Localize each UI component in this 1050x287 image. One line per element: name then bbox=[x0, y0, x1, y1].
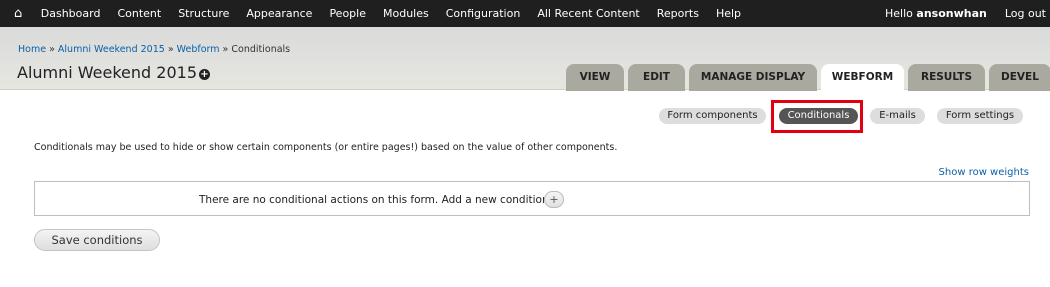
tab-devel[interactable]: Devel bbox=[989, 64, 1050, 91]
toolbar-menu: Dashboard Content Structure Appearance P… bbox=[32, 0, 749, 27]
toolbar-item-people[interactable]: People bbox=[329, 0, 366, 27]
toolbar-item-dashboard[interactable]: Dashboard bbox=[41, 0, 101, 27]
subtab-e-mails[interactable]: E-mails bbox=[870, 108, 925, 124]
show-row-weights-link[interactable]: Show row weights bbox=[939, 167, 1029, 178]
primary-tabs: View Edit Manage display Webform Results… bbox=[566, 64, 1050, 92]
breadcrumb-separator: » bbox=[164, 44, 177, 55]
save-conditions-button[interactable]: Save conditions bbox=[34, 229, 160, 251]
toolbar-item-help[interactable]: Help bbox=[716, 0, 741, 27]
username[interactable]: ansonwhan bbox=[916, 7, 986, 20]
page-header: Home » Alumni Weekend 2015 » Webform » C… bbox=[0, 27, 1050, 92]
tab-results[interactable]: Results bbox=[908, 64, 985, 91]
tab-view[interactable]: View bbox=[566, 64, 624, 91]
empty-conditions-text: There are no conditional actions on this… bbox=[199, 194, 553, 206]
toolbar-item-structure[interactable]: Structure bbox=[178, 0, 229, 27]
toolbar-user: Hello ansonwhan Log out bbox=[885, 7, 1050, 20]
tab-edit[interactable]: Edit bbox=[628, 64, 685, 91]
page-title: Alumni Weekend 2015 bbox=[17, 63, 197, 82]
breadcrumb-separator: » bbox=[219, 44, 232, 55]
subtab-form-settings[interactable]: Form settings bbox=[937, 108, 1023, 124]
logout-link[interactable]: Log out bbox=[1005, 7, 1046, 20]
breadcrumb: Home » Alumni Weekend 2015 » Webform » C… bbox=[18, 44, 290, 55]
toolbar-item-all-recent-content[interactable]: All Recent Content bbox=[537, 0, 639, 27]
subtab-form-components[interactable]: Form components bbox=[659, 108, 766, 124]
user-greeting: Hello ansonwhan bbox=[885, 7, 987, 20]
breadcrumb-parent[interactable]: Alumni Weekend 2015 bbox=[58, 44, 165, 55]
highlight-box bbox=[771, 100, 863, 133]
add-condition-button[interactable]: + bbox=[544, 191, 564, 208]
toolbar-item-appearance[interactable]: Appearance bbox=[246, 0, 312, 27]
breadcrumb-home[interactable]: Home bbox=[18, 44, 46, 55]
toolbar-item-configuration[interactable]: Configuration bbox=[446, 0, 521, 27]
tab-webform[interactable]: Webform bbox=[821, 64, 904, 92]
admin-toolbar: ⌂ Dashboard Content Structure Appearance… bbox=[0, 0, 1050, 27]
conditionals-table: There are no conditional actions on this… bbox=[34, 181, 1030, 216]
tab-manage-display[interactable]: Manage display bbox=[689, 64, 817, 91]
plus-circle-icon[interactable]: + bbox=[199, 69, 210, 80]
toolbar-item-reports[interactable]: Reports bbox=[657, 0, 699, 27]
home-icon[interactable]: ⌂ bbox=[14, 0, 22, 27]
description-text: Conditionals may be used to hide or show… bbox=[34, 142, 618, 153]
breadcrumb-current: Conditionals bbox=[231, 44, 291, 55]
breadcrumb-webform[interactable]: Webform bbox=[177, 44, 220, 55]
toolbar-item-modules[interactable]: Modules bbox=[383, 0, 429, 27]
greeting-prefix: Hello bbox=[885, 7, 917, 20]
toolbar-item-content[interactable]: Content bbox=[117, 0, 161, 27]
breadcrumb-separator: » bbox=[46, 44, 58, 55]
